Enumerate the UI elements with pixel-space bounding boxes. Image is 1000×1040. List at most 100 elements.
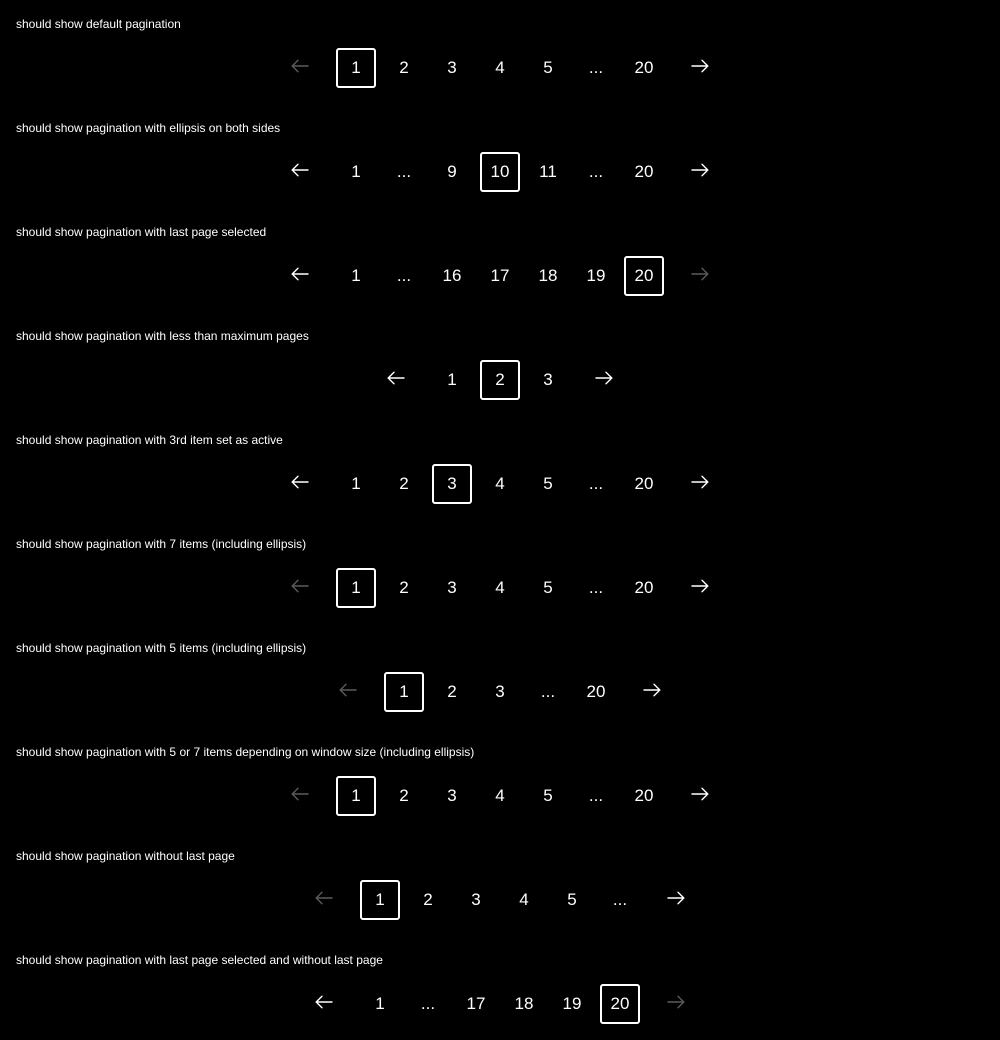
arrow-left-icon — [291, 579, 309, 598]
page-button[interactable]: 17 — [456, 984, 496, 1024]
page-button-current[interactable]: 1 — [336, 48, 376, 88]
page-button-current[interactable]: 2 — [480, 360, 520, 400]
next-page-button[interactable] — [656, 880, 696, 920]
arrow-right-icon — [691, 163, 709, 182]
previous-page-button[interactable] — [280, 152, 320, 192]
story-title: should show pagination with 5 items (inc… — [16, 641, 307, 655]
pagination-ellipsis: ... — [588, 58, 604, 77]
page-button-current[interactable]: 20 — [624, 256, 664, 296]
page-button[interactable]: 4 — [480, 568, 520, 608]
previous-page-button — [304, 880, 344, 920]
next-page-button[interactable] — [680, 464, 720, 504]
next-page-button[interactable] — [632, 672, 672, 712]
page-button[interactable]: 19 — [552, 984, 592, 1024]
page-button[interactable]: 1 — [360, 984, 400, 1024]
arrow-right-icon — [691, 787, 709, 806]
page-button[interactable]: 3 — [480, 672, 520, 712]
story-title: should show pagination with 5 or 7 items… — [16, 745, 475, 759]
page-button[interactable]: 2 — [408, 880, 448, 920]
page-button[interactable]: 9 — [432, 152, 472, 192]
previous-page-button[interactable] — [280, 464, 320, 504]
page-button[interactable]: 1 — [336, 256, 376, 296]
pagination: 1 2 3... 20 — [324, 672, 676, 712]
previous-page-button — [328, 672, 368, 712]
arrow-left-icon — [291, 787, 309, 806]
pagination-story: should show pagination with last page se… — [0, 936, 1000, 1040]
page-button[interactable]: 4 — [504, 880, 544, 920]
page-button[interactable]: 16 — [432, 256, 472, 296]
page-button[interactable]: 3 — [432, 568, 472, 608]
next-page-button — [680, 256, 720, 296]
page-button-current[interactable]: 1 — [384, 672, 424, 712]
page-button[interactable]: 1 — [336, 152, 376, 192]
pagination-story: should show pagination with 5 or 7 items… — [0, 728, 1000, 832]
page-button[interactable]: 5 — [552, 880, 592, 920]
page-button-current[interactable]: 1 — [336, 776, 376, 816]
pagination-story: should show pagination with 3rd item set… — [0, 416, 1000, 520]
pagination: 1 2 3 4 5... 20 — [276, 568, 724, 608]
page-button[interactable]: 20 — [624, 464, 664, 504]
page-button[interactable]: 3 — [528, 360, 568, 400]
pagination-story: should show default pagination 1 2 3 4 5... 20 — [0, 0, 1000, 104]
story-title: should show pagination without last page — [16, 849, 235, 863]
page-button[interactable]: 18 — [504, 984, 544, 1024]
story-title: should show pagination with 3rd item set… — [16, 433, 283, 447]
page-button[interactable]: 4 — [480, 776, 520, 816]
story-title: should show pagination with last page se… — [16, 225, 267, 239]
page-button[interactable]: 5 — [528, 48, 568, 88]
story-title: should show pagination with last page se… — [16, 953, 383, 967]
page-button[interactable]: 3 — [432, 776, 472, 816]
page-button[interactable]: 3 — [456, 880, 496, 920]
page-button[interactable]: 20 — [624, 48, 664, 88]
pagination-ellipsis: ... — [420, 994, 436, 1013]
arrow-right-icon — [691, 267, 709, 286]
page-button[interactable]: 2 — [384, 464, 424, 504]
page-button[interactable]: 11 — [528, 152, 568, 192]
page-button[interactable]: 3 — [432, 48, 472, 88]
next-page-button[interactable] — [680, 568, 720, 608]
next-page-button[interactable] — [584, 360, 624, 400]
page-button[interactable]: 1 — [336, 464, 376, 504]
next-page-button[interactable] — [680, 48, 720, 88]
page-button-current[interactable]: 10 — [480, 152, 520, 192]
pagination: 1... 9 10 11... 20 — [276, 152, 724, 192]
pagination-ellipsis: ... — [396, 162, 412, 181]
page-button[interactable]: 19 — [576, 256, 616, 296]
pagination: 1 2 3 4 5... 20 — [276, 48, 724, 88]
page-button[interactable]: 4 — [480, 464, 520, 504]
page-button[interactable]: 17 — [480, 256, 520, 296]
page-button[interactable]: 2 — [432, 672, 472, 712]
page-button[interactable]: 2 — [384, 568, 424, 608]
story-title: should show pagination with ellipsis on … — [16, 121, 281, 135]
arrow-right-icon — [595, 371, 613, 390]
page-button[interactable]: 20 — [576, 672, 616, 712]
page-button-current[interactable]: 3 — [432, 464, 472, 504]
page-button[interactable]: 20 — [624, 152, 664, 192]
page-button[interactable]: 2 — [384, 776, 424, 816]
page-button[interactable]: 2 — [384, 48, 424, 88]
page-button[interactable]: 20 — [624, 568, 664, 608]
page-button-current[interactable]: 20 — [600, 984, 640, 1024]
pagination-ellipsis: ... — [612, 890, 628, 909]
page-button[interactable]: 5 — [528, 464, 568, 504]
page-button[interactable]: 4 — [480, 48, 520, 88]
page-button-current[interactable]: 1 — [336, 568, 376, 608]
page-button[interactable]: 1 — [432, 360, 472, 400]
pagination-story: should show pagination with 7 items (inc… — [0, 520, 1000, 624]
next-page-button[interactable] — [680, 776, 720, 816]
previous-page-button[interactable] — [280, 256, 320, 296]
arrow-left-icon — [387, 371, 405, 390]
previous-page-button[interactable] — [304, 984, 344, 1024]
page-button[interactable]: 18 — [528, 256, 568, 296]
page-button[interactable]: 20 — [624, 776, 664, 816]
next-page-button[interactable] — [680, 152, 720, 192]
pagination-stories: should show default pagination 1 2 3 4 5... 20… — [0, 0, 1000, 1040]
pagination: 1 2 3 4 5... 20 — [276, 776, 724, 816]
page-button[interactable]: 5 — [528, 776, 568, 816]
arrow-left-icon — [291, 475, 309, 494]
previous-page-button — [280, 776, 320, 816]
pagination-ellipsis: ... — [588, 578, 604, 597]
page-button[interactable]: 5 — [528, 568, 568, 608]
page-button-current[interactable]: 1 — [360, 880, 400, 920]
previous-page-button[interactable] — [376, 360, 416, 400]
